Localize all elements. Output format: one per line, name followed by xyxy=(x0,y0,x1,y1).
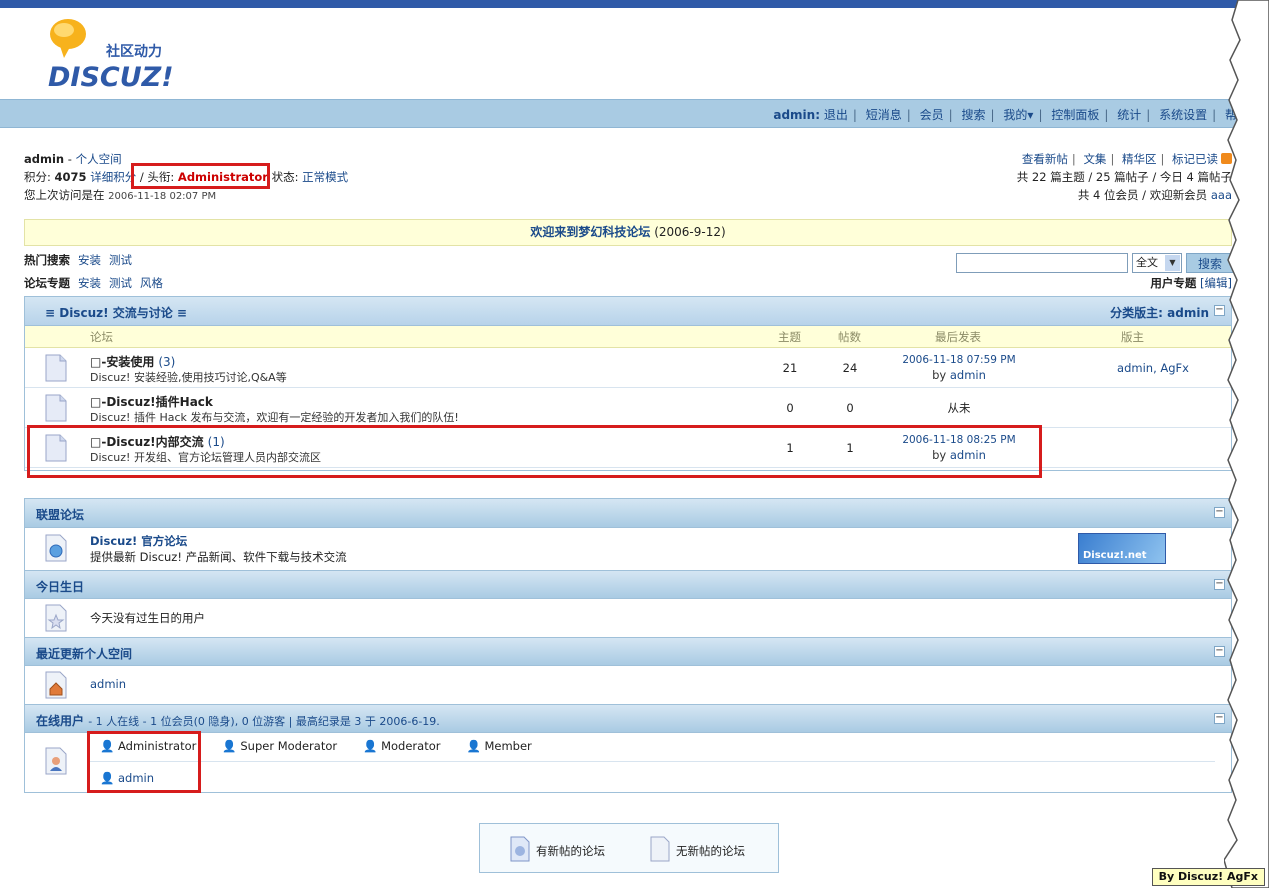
stats-line: 共 22 篇主题 / 25 篇帖子 / 今日 4 篇帖子 xyxy=(1016,170,1232,184)
search-scope-select[interactable]: 全文 ▼ xyxy=(1132,253,1182,273)
nav-members[interactable]: 会员 xyxy=(920,108,944,122)
mark-read-link[interactable]: 标记已读 xyxy=(1172,152,1218,166)
nav-messages[interactable]: 短消息 xyxy=(866,108,902,122)
group-super-moderator: 👤 Super Moderator xyxy=(222,739,338,753)
user-topics: 用户专题 [编辑] xyxy=(1150,276,1232,290)
announcement-bar: 欢迎来到梦幻科技论坛 (2006-9-12) xyxy=(24,219,1232,246)
star-page-icon xyxy=(45,604,67,635)
forum-post-count: 24 xyxy=(842,361,858,375)
forum-stats: 查看新帖 | 文集 | 精华区 | 标记已读 共 22 篇主题 / 25 篇帖子 / … xyxy=(1016,152,1232,202)
space-user-link[interactable]: admin xyxy=(90,677,126,691)
user-icon: 👤 xyxy=(363,739,378,753)
nav-search[interactable]: 搜索 xyxy=(962,108,986,122)
online-header: 在线用户 - 1 人在线 - 1 位会员(0 隐身), 0 位游客 | 最高纪录… xyxy=(25,704,1231,733)
home-page-icon xyxy=(45,671,67,702)
topic-item[interactable]: 风格 xyxy=(140,276,163,290)
user-space-link[interactable]: 个人空间 xyxy=(76,152,122,166)
nav-my[interactable]: 我的▾ xyxy=(1003,108,1033,122)
forum-name-link[interactable]: □-安装使用 xyxy=(90,355,154,369)
forum-topic-count: 21 xyxy=(782,361,798,375)
last-visit-time: 2006-11-18 02:07 PM xyxy=(108,191,217,202)
globe-page-icon xyxy=(45,534,67,565)
online-row: 👤 Administrator 👤 Super Moderator 👤 Mode… xyxy=(25,733,1231,793)
nav-stats[interactable]: 统计 xyxy=(1117,108,1141,122)
user-points: 4075 xyxy=(54,170,87,184)
highlight-forum-box xyxy=(27,425,1042,478)
discuz-logo[interactable]: 社区动力 DISCUZ! xyxy=(46,18,196,90)
torn-edge-decoration xyxy=(1224,0,1269,888)
category-moderator-link[interactable]: admin xyxy=(1167,306,1209,320)
new-post-forum-icon xyxy=(510,836,530,865)
spaces-header: 最近更新个人空间 − xyxy=(25,637,1231,666)
category-header: ≡ Discuz! 交流与讨论 ≡ 分类版主: admin − xyxy=(25,297,1231,326)
forum-last-post: 从未 xyxy=(947,401,971,415)
watermark-badge: By Discuz! AgFx xyxy=(1151,868,1265,886)
category-title[interactable]: ≡ Discuz! 交流与讨论 ≡ xyxy=(45,304,187,321)
points-detail-link[interactable]: 详细积分 xyxy=(90,170,136,184)
league-forum-link[interactable]: Discuz! 官方论坛 xyxy=(90,533,187,549)
main-nav-bar: admin: 退出 | 短消息 | 会员 | 搜索 | 我的▾ | 控制面板 | 统计 | 系… xyxy=(0,99,1269,128)
forum-status-icon xyxy=(45,394,67,425)
online-summary: - 1 人在线 - 1 位会员(0 隐身), 0 位游客 | 最高纪录是 3 于… xyxy=(88,715,440,728)
user-icon: 👤 xyxy=(466,739,481,753)
info-box: 联盟论坛 − Discuz! 官方论坛 提供最新 Discuz! 产品新闻、软件… xyxy=(24,498,1232,793)
nav-links: admin: 退出 | 短消息 | 会员 | 搜索 | 我的▾ | 控制面板 | 统计 | 系… xyxy=(773,106,1249,123)
spaces-row: admin xyxy=(25,666,1231,704)
forum-topic-count: 0 xyxy=(786,401,794,415)
birthday-row: 今天没有过生日的用户 xyxy=(25,599,1231,637)
nav-system-settings[interactable]: 系统设置 xyxy=(1159,108,1207,122)
last-post-user[interactable]: admin xyxy=(950,368,986,382)
league-header: 联盟论坛 − xyxy=(25,499,1231,528)
forum-row: □-Discuz!插件Hack Discuz! 插件 Hack 发布与交流，欢迎… xyxy=(25,388,1231,428)
nav-logout[interactable]: 退出 xyxy=(824,108,848,122)
birthday-header: 今日生日 − xyxy=(25,570,1231,599)
legend-new: 有新帖的论坛 xyxy=(510,836,605,865)
forum-row: □-安装使用 (3) Discuz! 安装经验,使用技巧讨论,Q&A等 21 24… xyxy=(25,348,1231,388)
last-post-link[interactable]: 2006-11-18 07:59 PM xyxy=(902,354,1015,366)
forum-status-icon xyxy=(45,354,67,385)
nav-control-panel[interactable]: 控制面板 xyxy=(1051,108,1099,122)
logo-wordmark: DISCUZ! xyxy=(48,62,174,90)
search-form: 全文 ▼ 搜索 xyxy=(956,253,1234,273)
group-member: 👤 Member xyxy=(466,739,532,753)
forum-post-count: 0 xyxy=(846,401,854,415)
elite-link[interactable]: 精华区 xyxy=(1122,152,1157,166)
chevron-down-icon: ▼ xyxy=(1165,255,1180,271)
topic-item[interactable]: 安装 xyxy=(78,276,101,290)
forum-moderators[interactable]: admin, AgFx xyxy=(1083,361,1223,375)
search-input[interactable] xyxy=(956,253,1128,273)
group-moderator: 👤 Moderator xyxy=(363,739,441,753)
digest-link[interactable]: 文集 xyxy=(1083,152,1106,166)
forum-legend: 有新帖的论坛 无新帖的论坛 xyxy=(479,823,779,873)
announcement-date: (2006-9-12) xyxy=(654,225,726,239)
user-name[interactable]: admin xyxy=(24,152,64,166)
hot-search-item[interactable]: 安装 xyxy=(78,253,101,267)
highlight-online-box xyxy=(87,731,201,793)
forum-column-header: 论坛 主题 帖数 最后发表 版主 xyxy=(25,326,1231,348)
logo-slogan: 社区动力 xyxy=(105,43,162,60)
highlight-title-box xyxy=(131,163,270,189)
league-row: Discuz! 官方论坛 提供最新 Discuz! 产品新闻、软件下载与技术交流… xyxy=(25,528,1231,570)
announcement-link[interactable]: 欢迎来到梦幻科技论坛 xyxy=(530,225,650,239)
top-accent-bar xyxy=(0,0,1269,8)
forum-last-post: 2006-11-18 07:59 PM by admin xyxy=(902,354,1016,382)
chevron-down-icon: ▾ xyxy=(1027,108,1034,122)
forum-name-link[interactable]: □-Discuz!插件Hack xyxy=(90,395,213,409)
forum-topics: 论坛专题 安装 测试 风格 xyxy=(24,276,163,290)
no-new-post-forum-icon xyxy=(650,836,670,865)
league-banner[interactable]: Discuz!.net xyxy=(1078,533,1166,564)
user-status-link[interactable]: 正常模式 xyxy=(302,170,348,184)
hot-search-item[interactable]: 测试 xyxy=(109,253,132,267)
user-icon: 👤 xyxy=(222,739,237,753)
view-new-posts-link[interactable]: 查看新帖 xyxy=(1022,152,1068,166)
hot-search: 热门搜索 安装 测试 xyxy=(24,253,132,267)
user-page-icon xyxy=(45,747,67,778)
legend-no-new: 无新帖的论坛 xyxy=(650,836,745,865)
nav-username[interactable]: admin: xyxy=(773,108,820,122)
topic-item[interactable]: 测试 xyxy=(109,276,132,290)
